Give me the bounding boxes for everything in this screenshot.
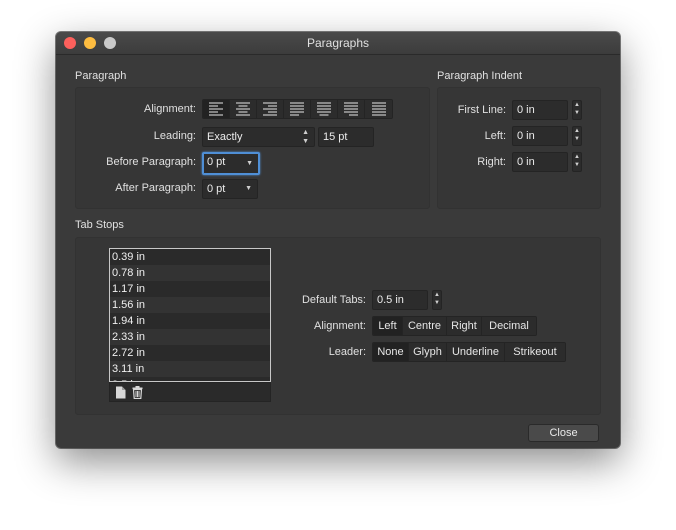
tab-align-right-button[interactable]: Right	[447, 317, 482, 335]
tab-stop-row[interactable]: 1.94 in	[110, 313, 270, 329]
tab-stop-row[interactable]: 3.11 in	[110, 361, 270, 377]
leader-underline-button[interactable]: Underline	[447, 343, 505, 361]
justify-all-icon	[371, 102, 386, 116]
right-indent-label: Right:	[477, 156, 506, 168]
leading-mode-select[interactable]: Exactly ▲ ▼	[202, 127, 315, 147]
left-indent-stepper[interactable]: ▲ ▼	[572, 126, 582, 146]
default-tabs-stepper[interactable]: ▲ ▼	[432, 290, 442, 310]
updown-arrows-icon: ▲ ▼	[302, 129, 309, 145]
align-center-icon	[236, 102, 250, 116]
tab-stops-toolbar	[109, 382, 271, 402]
tab-align-decimal-button[interactable]: Decimal	[482, 317, 536, 335]
tab-align-centre-button[interactable]: Centre	[403, 317, 447, 335]
leader-label: Leader:	[328, 346, 366, 358]
leader-none-button[interactable]: None	[373, 343, 409, 361]
title-bar: Paragraphs	[56, 32, 620, 55]
align-left-icon	[209, 102, 223, 116]
default-tabs-label: Default Tabs:	[301, 294, 366, 306]
justify-left-button[interactable]	[284, 100, 311, 118]
leader-group: None Glyph Underline Strikeout	[372, 342, 566, 362]
leading-value-field[interactable]: 15 pt	[318, 127, 374, 147]
left-indent-field[interactable]: 0 in	[512, 126, 568, 146]
window-title: Paragraphs	[306, 36, 370, 50]
before-paragraph-label: Before Paragraph:	[106, 156, 196, 168]
tab-stops-list[interactable]: 0.39 in 0.78 in 1.17 in 1.56 in 1.94 in 2.33 …	[109, 248, 271, 382]
align-right-button[interactable]	[257, 100, 284, 118]
after-paragraph-label: After Paragraph:	[115, 182, 196, 194]
after-paragraph-value: 0 pt	[207, 183, 226, 195]
paragraph-alignment-group	[202, 99, 393, 119]
first-line-label: First Line:	[457, 104, 506, 116]
tab-stop-row[interactable]: 1.17 in	[110, 281, 270, 297]
indent-section-title: Paragraph Indent	[437, 70, 523, 82]
tab-alignment-label: Alignment:	[314, 320, 366, 332]
new-document-icon[interactable]	[115, 386, 126, 402]
chevron-down-icon: ▼	[245, 185, 252, 192]
tab-stop-row[interactable]: 0.78 in	[110, 265, 270, 281]
right-indent-field[interactable]: 0 in	[512, 152, 568, 172]
tab-align-left-button[interactable]: Left	[373, 317, 403, 335]
tab-stop-row[interactable]: 2.72 in	[110, 345, 270, 361]
align-left-button[interactable]	[203, 100, 230, 118]
justify-left-icon	[290, 102, 304, 116]
tab-stops-section-title: Tab Stops	[75, 219, 124, 231]
close-button[interactable]: Close	[528, 424, 599, 442]
alignment-label: Alignment:	[144, 103, 196, 115]
leader-strikeout-button[interactable]: Strikeout	[505, 343, 565, 361]
first-line-field[interactable]: 0 in	[512, 100, 568, 120]
justify-center-icon	[317, 102, 331, 116]
first-line-stepper[interactable]: ▲ ▼	[572, 100, 582, 120]
left-indent-label: Left:	[484, 130, 506, 142]
paragraph-section-title: Paragraph	[75, 70, 127, 82]
justify-right-button[interactable]	[338, 100, 365, 118]
justify-right-icon	[344, 102, 358, 116]
tab-stop-row[interactable]: 0.39 in	[110, 249, 270, 265]
align-center-button[interactable]	[230, 100, 257, 118]
justify-all-button[interactable]	[365, 100, 392, 118]
tab-alignment-group: Left Centre Right Decimal	[372, 316, 537, 336]
leading-label: Leading:	[153, 130, 196, 142]
before-paragraph-field[interactable]: 0 pt ▼	[202, 152, 260, 175]
chevron-down-icon: ▼	[246, 160, 253, 167]
justify-center-button[interactable]	[311, 100, 338, 118]
before-paragraph-value: 0 pt	[207, 156, 226, 168]
default-tabs-field[interactable]: 0.5 in	[372, 290, 428, 310]
tab-stop-row[interactable]: 2.33 in	[110, 329, 270, 345]
right-indent-stepper[interactable]: ▲ ▼	[572, 152, 582, 172]
leader-glyph-button[interactable]: Glyph	[409, 343, 447, 361]
leading-mode-value: Exactly	[207, 131, 243, 143]
paragraphs-dialog: Paragraphs Paragraph Alignment: Leading:…	[56, 32, 620, 448]
tab-stop-row[interactable]: 1.56 in	[110, 297, 270, 313]
align-right-icon	[263, 102, 277, 116]
after-paragraph-field[interactable]: 0 pt ▼	[202, 179, 258, 199]
trash-icon[interactable]	[132, 386, 143, 402]
